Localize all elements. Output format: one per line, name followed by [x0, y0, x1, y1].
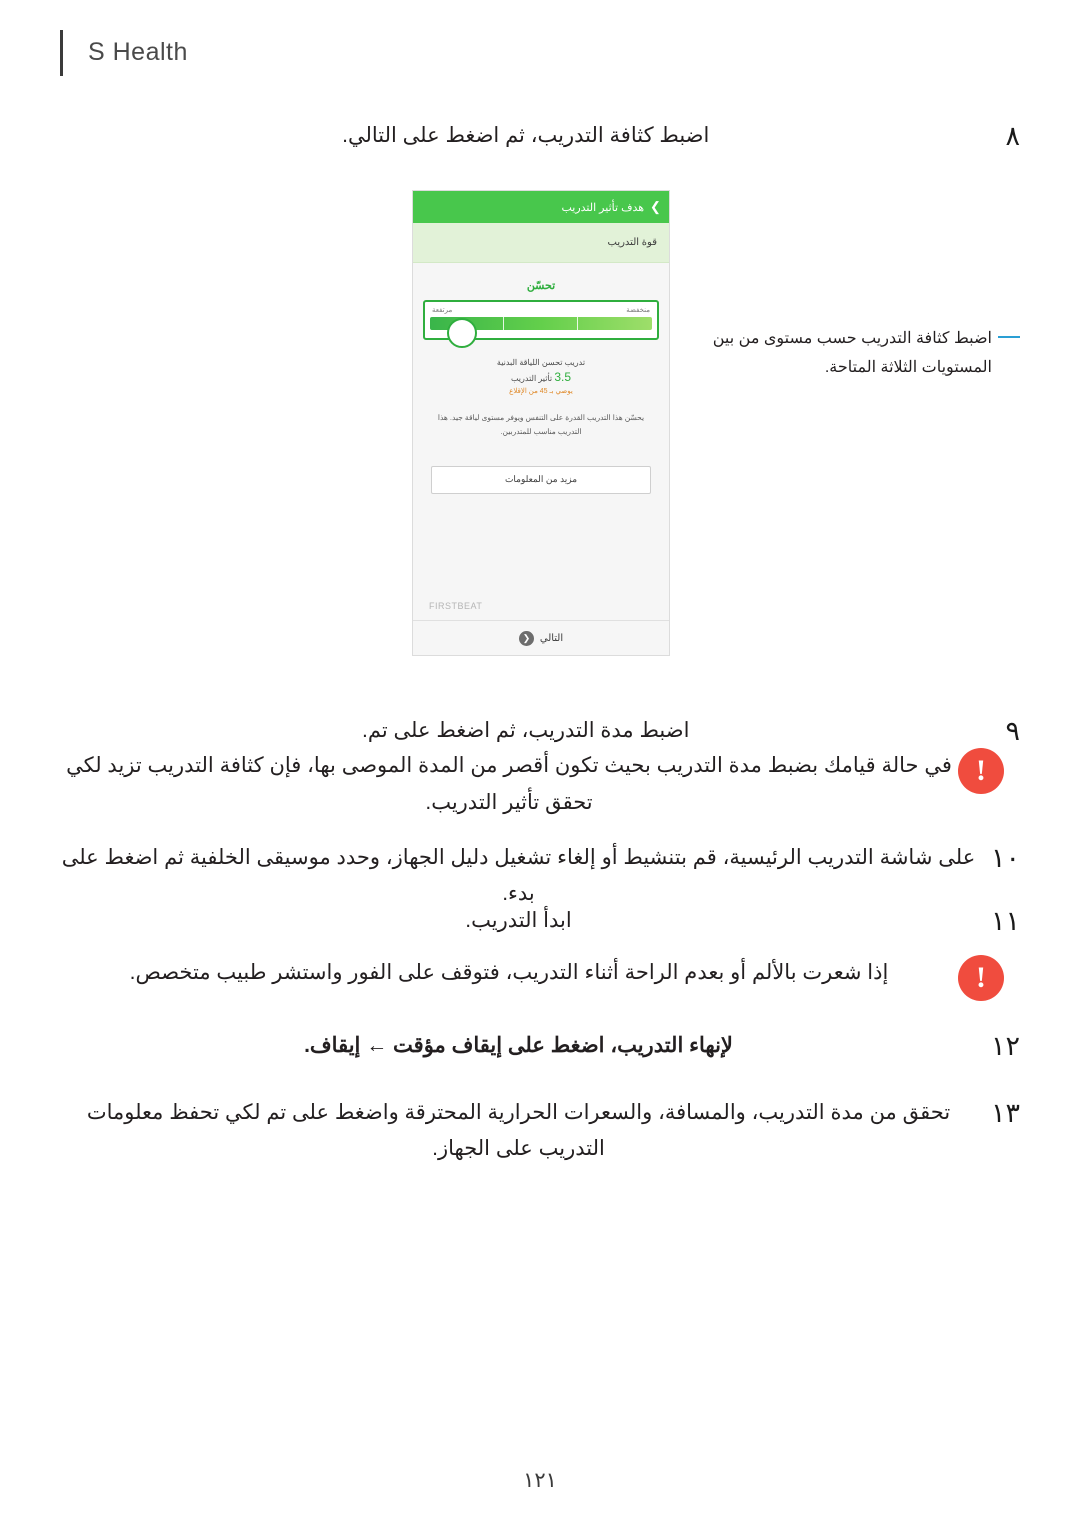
intensity-tick-1 [503, 317, 505, 330]
phone-top-bar-title: هدف تأثير التدريب [561, 201, 645, 214]
phone-caption-value-label: تأثير التدريب [510, 374, 553, 383]
step-8-text: اضبط كثافة التدريب، ثم اضغط على التالي. [342, 124, 710, 147]
step-10-number: ١٠ [990, 843, 1020, 873]
step-9: ٩ اضبط مدة التدريب، ثم اضغط على تم. [60, 713, 1020, 749]
page-header-title: S Health [88, 38, 188, 66]
phone-sub-bar-label: قوة التدريب [607, 237, 658, 248]
intensity-tick-2 [576, 317, 578, 330]
step-13-number: ١٣ [990, 1098, 1020, 1128]
step-9-text: اضبط مدة التدريب، ثم اضغط على تم. [362, 719, 690, 742]
phone-caption-sub: يوصي بـ 45 من الإقلاع [509, 388, 573, 395]
note-training-intensity-text: في حالة قيامك بضبط مدة التدريب بحيث تكون… [66, 754, 952, 814]
phone-description: يحسّن هذا التدريب القدرة على التنفس ويوف… [437, 413, 645, 437]
step-9-number: ٩ [1005, 716, 1020, 746]
more-info-button[interactable]: مزيد من المعلومات [431, 465, 651, 494]
step-8-number: ٨ [1005, 121, 1020, 151]
phone-top-bar: ❮ هدف تأثير التدريب [413, 191, 669, 223]
phone-footer: التالي ❯ [413, 620, 669, 655]
phone-caption-value-row: 3.5 تأثير التدريب [413, 370, 669, 384]
intensity-slider[interactable]: منخفضة مرتفعة [423, 300, 659, 348]
phone-caption-main: تدريب تحسن اللياقة البدنية [496, 358, 586, 367]
step-11: ١١ ابدأ التدريب. [60, 903, 1020, 939]
phone-caption-value: 3.5 [554, 370, 572, 384]
step-12: ١٢ لإنهاء التدريب، اضغط على إيقاف مؤقت ←… [60, 1028, 1020, 1064]
intensity-label-low: منخفضة [626, 307, 650, 314]
note-training-intensity: ! في حالة قيامك بضبط مدة التدريب بحيث تك… [60, 748, 1020, 822]
phone-screenshot: ❮ هدف تأثير التدريب قوة التدريب تحسّن من… [412, 190, 670, 656]
phone-body: تحسّن منخفضة مرتفعة تدريب تحسن اللياقة ا… [413, 263, 669, 655]
callout-text: اضبط كثافة التدريب حسب مستوى من بين المس… [712, 330, 992, 376]
note-pain-warning: ! إذا شعرت بالألم أو بعدم الراحة أثناء ا… [60, 955, 1020, 1001]
warning-icon: ! [958, 748, 1004, 794]
step-11-number: ١١ [990, 906, 1020, 936]
intensity-label-high: مرتفعة [432, 307, 453, 314]
intensity-slider-labels: منخفضة مرتفعة [430, 306, 652, 317]
step-8: ٨ اضبط كثافة التدريب، ثم اضغط على التالي… [60, 118, 1020, 154]
arrow-right-icon[interactable]: ❯ [518, 630, 534, 646]
step-12-text: لإنهاء التدريب، اضغط على إيقاف مؤقت ← إي… [304, 1034, 733, 1057]
phone-sub-bar: قوة التدريب [413, 223, 669, 263]
step-11-text: ابدأ التدريب. [465, 909, 572, 932]
warning-icon-2: ! [958, 955, 1004, 1001]
chevron-right-icon[interactable]: ❮ [650, 199, 661, 215]
step-10-text: على شاشة التدريب الرئيسية، قم بتنشيط أو … [61, 846, 976, 905]
note-pain-warning-text: إذا شعرت بالألم أو بعدم الراحة أثناء الت… [129, 961, 889, 984]
step-13-text: تحقق من مدة التدريب، والمسافة، والسعرات … [86, 1101, 951, 1160]
callout-leader-line [998, 336, 1020, 338]
firstbeat-logo: FIRSTBEAT [429, 601, 483, 611]
intensity-slider-handle[interactable] [447, 318, 477, 348]
phone-intensity-title: تحسّن [526, 280, 556, 292]
page-number: ١٢١ [523, 1469, 557, 1492]
next-button-label[interactable]: التالي [540, 633, 563, 644]
callout-intensity: اضبط كثافة التدريب حسب مستوى من بين المس… [672, 325, 1020, 383]
header-divider [60, 30, 63, 76]
step-12-number: ١٢ [990, 1031, 1020, 1061]
page-header: S Health [60, 30, 1020, 76]
step-13: ١٣ تحقق من مدة التدريب، والمسافة، والسعر… [60, 1095, 1020, 1166]
step-10: ١٠ على شاشة التدريب الرئيسية، قم بتنشيط … [60, 840, 1020, 911]
